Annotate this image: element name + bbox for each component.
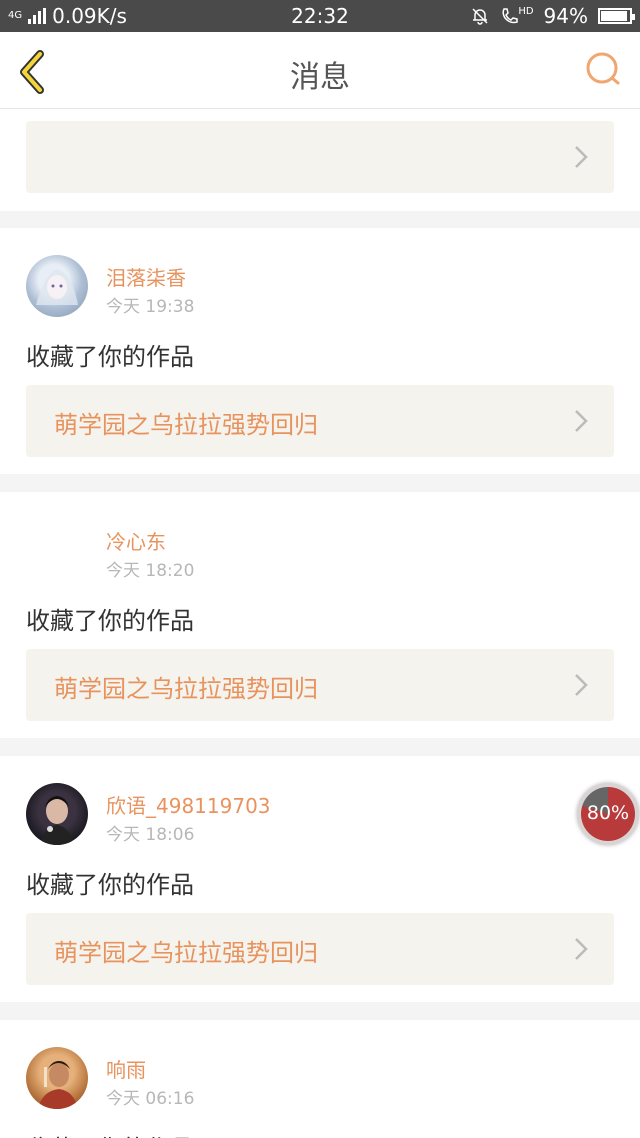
bell-muted-icon <box>472 8 488 25</box>
nav-bar: 消息 <box>0 32 640 109</box>
timestamp: 今天 18:20 <box>106 561 195 581</box>
avatar[interactable] <box>26 519 88 581</box>
work-link[interactable]: 萌学园之乌拉拉强势回归 <box>26 913 614 985</box>
avatar[interactable] <box>26 255 88 317</box>
message-card: 冷心东 今天 18:20 收藏了你的作品 萌学园之乌拉拉强势回归 <box>0 492 640 738</box>
work-link[interactable] <box>26 121 614 193</box>
work-title: 萌学园之乌拉拉强势回归 <box>54 939 318 967</box>
page-title: 消息 <box>290 60 350 95</box>
chevron-right-icon <box>575 674 588 696</box>
work-link[interactable]: 萌学园之乌拉拉强势回归 <box>26 649 614 721</box>
message-card <box>0 109 640 211</box>
status-right: HD 94% <box>470 4 635 28</box>
hd-label: HD <box>518 6 534 17</box>
user-name[interactable]: 欣语_498119703 <box>106 790 271 819</box>
action-text: 收藏了你的作品 <box>26 871 194 899</box>
chevron-right-icon <box>575 938 588 960</box>
action-text: 收藏了你的作品 <box>26 343 194 371</box>
progress-text: 80% <box>586 802 630 824</box>
user-name[interactable]: 响雨 <box>106 1054 146 1083</box>
progress-badge[interactable]: 80% <box>577 783 639 845</box>
action-text: 收藏了你的作品 <box>26 1129 194 1138</box>
message-card: 欣语_498119703 今天 18:06 收藏了你的作品 萌学园之乌拉拉强势回… <box>0 756 640 1002</box>
chevron-right-icon <box>575 146 588 168</box>
action-text: 收藏了你的作品 <box>26 607 194 635</box>
status-bar: 4G 0.09K/s 22:32 HD 94% <box>0 0 640 32</box>
timestamp: 今天 06:16 <box>106 1089 195 1109</box>
work-link[interactable]: 萌学园之乌拉拉强势回归 <box>26 385 614 457</box>
timestamp: 今天 19:38 <box>106 297 195 317</box>
chevron-right-icon <box>575 410 588 432</box>
search-icon[interactable] <box>584 50 624 90</box>
battery-percent: 94% <box>543 4 588 28</box>
user-name[interactable]: 冷心东 <box>106 526 166 555</box>
hd-call-icon: HD <box>500 6 534 26</box>
avatar[interactable] <box>26 783 88 845</box>
message-card: 响雨 今天 06:16 收藏了你的作品 <box>0 1020 640 1138</box>
work-title: 萌学园之乌拉拉强势回归 <box>54 411 318 439</box>
avatar[interactable] <box>26 1047 88 1109</box>
user-name[interactable]: 泪落柒香 <box>106 262 186 291</box>
timestamp: 今天 18:06 <box>106 825 195 845</box>
message-card: 泪落柒香 今天 19:38 收藏了你的作品 萌学园之乌拉拉强势回归 <box>0 228 640 474</box>
work-title: 萌学园之乌拉拉强势回归 <box>54 675 318 703</box>
battery-icon <box>598 8 635 24</box>
